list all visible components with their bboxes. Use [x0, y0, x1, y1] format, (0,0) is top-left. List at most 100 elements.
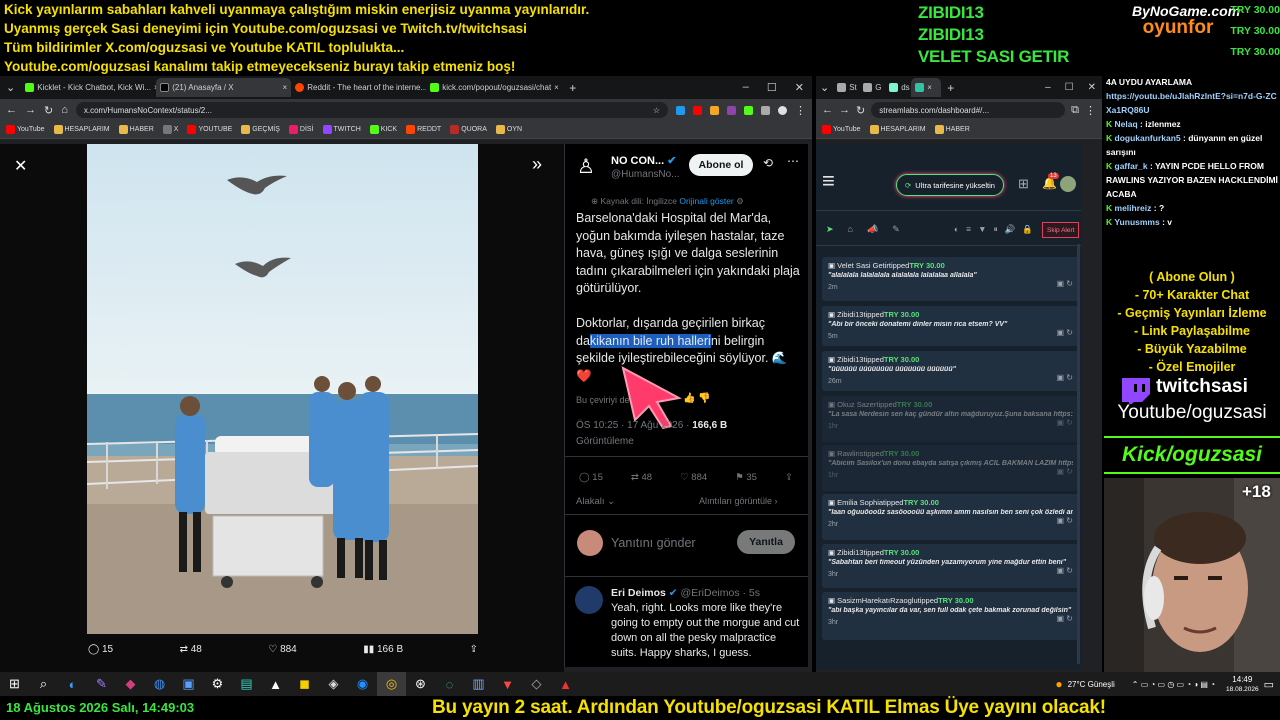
obs-icon[interactable]: ⊛ [406, 672, 435, 696]
edge-browser-icon[interactable]: ◍ [145, 672, 174, 696]
bookmark-hesaplarim[interactable]: HESAPLARIM [53, 125, 110, 134]
url-input[interactable]: streamlabs.com/dashboard#/... [871, 102, 1066, 118]
app-icon[interactable]: ✎ [87, 672, 116, 696]
upgrade-button[interactable]: ⟳ Ultra tarifesine yükseltin [896, 174, 1004, 196]
app-icon[interactable]: ◇ [522, 672, 551, 696]
app-icon[interactable]: ◼ [290, 672, 319, 696]
chat-link[interactable]: https://youtu.be/uJlahRzlntE?si=n7d-G-ZC… [1106, 91, 1277, 115]
notifications-icon[interactable]: ▭ [1264, 678, 1274, 691]
home-icon[interactable]: ⌂ [61, 104, 68, 116]
feed-scrollbar[interactable] [1077, 244, 1080, 664]
bookmark-x[interactable]: X [162, 125, 178, 134]
bookmark-hesaplarim[interactable]: HESAPLARIM [869, 125, 926, 134]
view-quotes-link[interactable]: Alıntıları görüntüle › [699, 496, 778, 506]
bookmark-kick[interactable]: KICK [369, 125, 397, 134]
url-input[interactable]: x.com/HumansNoContext/status/2... ☆ [75, 102, 668, 118]
event-card[interactable]: ▣ Zibidi13tippedTRY 30.00 "Sabahtan beri … [822, 544, 1079, 588]
bookmark-oyn[interactable]: OYN [495, 125, 522, 134]
megaphone-icon[interactable]: 📣 [867, 224, 878, 235]
extension-icon[interactable] [710, 105, 719, 115]
event-card[interactable]: ▣ Zibidi13tippedTRY 30.00 "üüüüüü üüüüüüü… [822, 351, 1079, 391]
settings-icon[interactable]: ⚙ [203, 672, 232, 696]
tab-reddit[interactable]: Reddit - The heart of the interne...× [291, 78, 426, 97]
extension-icon[interactable] [693, 105, 702, 115]
bookmark-quora[interactable]: QUORA [450, 125, 487, 134]
hamburger-menu-icon[interactable]: ≡ [822, 170, 835, 192]
minimize-button[interactable]: – [743, 81, 749, 94]
extension-icon[interactable] [727, 105, 736, 115]
app-icon[interactable]: ◐ [58, 672, 87, 696]
like-button[interactable]: ♡ 884 [680, 472, 707, 483]
tray-icons[interactable]: ⌃ ▭ ◔ ▭ ◷ ▭ ◔ ◑ ▤ ◔ [1132, 680, 1215, 689]
forward-icon[interactable]: → [25, 104, 36, 116]
reply-author-name[interactable]: Eri Deimos [611, 587, 666, 599]
extension-icon[interactable] [761, 105, 770, 115]
volume-icon[interactable]: 🔊 [1005, 224, 1016, 235]
pause-icon[interactable]: ⏸ [994, 224, 998, 235]
bookmark-haber[interactable]: HABER [118, 125, 154, 134]
menu-icon[interactable]: ≡ [966, 224, 971, 235]
event-actions[interactable]: ▣ ↻ [1057, 614, 1073, 623]
show-original-link[interactable]: Orijinali göster [679, 196, 733, 206]
event-actions[interactable]: ▣ ↻ [1057, 373, 1073, 382]
event-actions[interactable]: ▣ ↻ [1057, 279, 1073, 288]
tab-mini[interactable]: G [859, 78, 885, 97]
extension-icon[interactable] [744, 105, 753, 115]
bookmark-haber[interactable]: HABER [934, 125, 970, 134]
reply-button[interactable]: ◯ 15 [579, 472, 603, 483]
media-views[interactable]: ▮▮ 166 B [363, 644, 403, 655]
tab-mini[interactable]: ds [885, 78, 911, 97]
app-icon[interactable]: ▼ [493, 672, 522, 696]
pen-icon[interactable]: ✎ [892, 224, 900, 235]
back-icon[interactable]: ← [6, 104, 17, 116]
close-window-button[interactable]: ✕ [795, 81, 804, 94]
avatar[interactable] [1060, 176, 1076, 192]
app-icon[interactable]: ▲ [551, 672, 580, 696]
app-icon[interactable]: ◌ [435, 672, 464, 696]
sort-replies[interactable]: Alakalı ⌄ [576, 496, 615, 507]
event-actions[interactable]: ▣ ↻ [1057, 418, 1073, 427]
start-button-icon[interactable]: ⊞ [0, 672, 29, 696]
grok-icon[interactable]: ⟲ [763, 156, 773, 170]
bookmark-youtube[interactable]: YouTube [822, 125, 861, 134]
tab-kicklet[interactable]: Kicklet - Kick Chatbot, Kick Wi...× [21, 78, 156, 97]
bookmark-youtube-folder[interactable]: YOUTUBE [187, 125, 232, 134]
event-card[interactable]: ▣ Emilia SophiatippedTRY 30.00 "Iaan oğuu… [822, 494, 1079, 540]
tab-mini[interactable]: St [833, 78, 859, 97]
event-actions[interactable]: ▣ ↻ [1057, 566, 1073, 575]
new-tab-button[interactable]: + [941, 81, 960, 95]
profile-avatar[interactable] [778, 105, 787, 115]
tweet-timestamp[interactable]: ÖS 10:25 · 17 Ağu 2026 · 166,6 B [576, 420, 727, 431]
event-actions[interactable]: ▣ ↻ [1057, 328, 1073, 337]
close-window-button[interactable]: ✕ [1088, 82, 1096, 93]
event-card[interactable]: ▣ RawlinstippedTRY 30.00 "Abicim Sasilox'… [822, 445, 1079, 491]
minimize-button[interactable]: – [1045, 82, 1051, 93]
shop-icon[interactable]: ⌂ [848, 224, 853, 235]
bookmark-button[interactable]: ⚑ 35 [735, 472, 757, 483]
app-icon[interactable]: ◈ [319, 672, 348, 696]
extensions-icon[interactable]: ⧉ [1071, 104, 1079, 117]
reply-author-avatar[interactable] [575, 586, 603, 614]
back-icon[interactable]: ← [822, 104, 833, 116]
app-icon[interactable]: ▥ [464, 672, 493, 696]
tweet-photo[interactable] [86, 144, 479, 634]
bookmark-reddit[interactable]: REDDT [406, 125, 441, 134]
app-icon[interactable]: ▤ [232, 672, 261, 696]
extension-icon[interactable] [676, 105, 685, 115]
skip-alert-button[interactable]: Skip Alert [1042, 222, 1080, 238]
maximize-button[interactable]: ☐ [767, 81, 777, 94]
bookmark-gecmis[interactable]: GEÇMİŞ [241, 125, 280, 134]
forward-icon[interactable]: → [839, 104, 850, 116]
app-icon[interactable]: ▲ [261, 672, 290, 696]
tab-search-icon[interactable]: ⌄ [0, 81, 21, 94]
bookmark-youtube[interactable]: YouTube [6, 125, 45, 134]
camera-app-icon[interactable]: ▣ [174, 672, 203, 696]
event-actions[interactable]: ▣ ↻ [1057, 467, 1073, 476]
event-actions[interactable]: ▣ ↻ [1057, 516, 1073, 525]
send-icon[interactable]: ➤ [826, 224, 834, 235]
app-icon[interactable]: ◆ [116, 672, 145, 696]
weather-text[interactable]: 27°C Güneşli [1068, 680, 1115, 689]
reply-input[interactable]: Yanıtını gönder [611, 536, 696, 550]
tab-x-home[interactable]: (21) Anasayfa / X × [156, 78, 292, 97]
settings-icon[interactable]: ⚙ [736, 196, 744, 206]
